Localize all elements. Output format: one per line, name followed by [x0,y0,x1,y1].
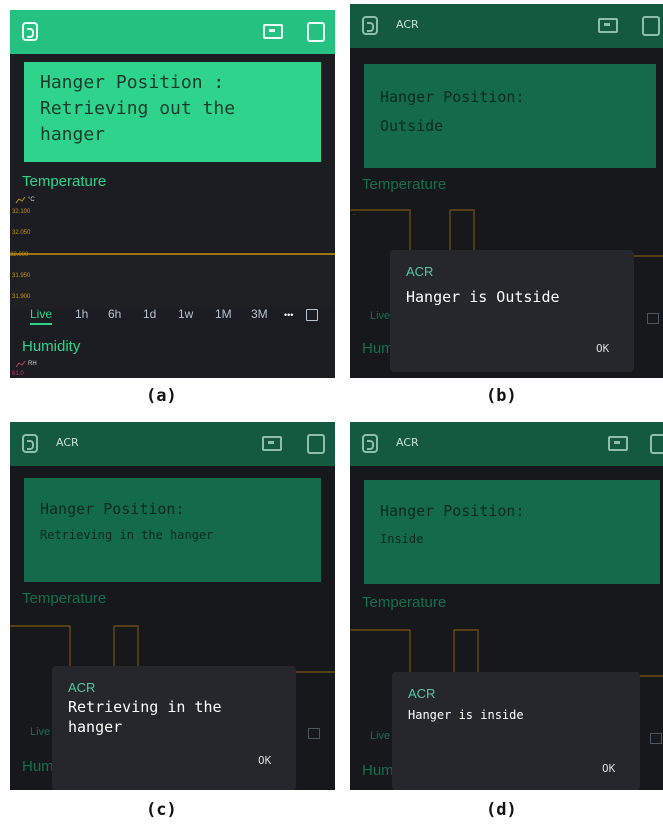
live-tab[interactable]: Live [370,310,390,322]
temperature-label: Temperature [22,590,107,607]
dialog-message: Hanger is inside [408,708,524,722]
top-bar [10,10,335,54]
trend-icon [15,196,26,204]
card-line-1: Hanger Position: [380,502,525,520]
card-line-2: Outside [380,117,444,135]
dialog-message-line-2: hanger [68,718,123,736]
dialog-message-line-1: Retrieving in the [68,698,222,716]
exit-icon[interactable] [362,16,378,35]
exit-icon[interactable] [22,22,38,41]
humidity-label: Hum [22,758,54,775]
y-tick: -- [352,212,356,218]
top-bar: ACR [350,422,663,466]
external-link-icon[interactable] [650,733,662,744]
app-title: ACR [56,436,79,449]
y-tick-3: 31.950 [12,273,31,279]
external-link-icon[interactable] [308,728,320,739]
card-line-1: Hanger Position : [40,72,225,93]
card-line-1: Hanger Position: [380,88,525,106]
dialog-app-name: ACR [68,680,96,695]
exit-icon[interactable] [362,434,378,453]
battery-icon[interactable] [262,436,282,451]
more-options[interactable]: ••• [284,310,293,320]
humidity-label: Hum [362,340,394,357]
ok-button[interactable]: OK [596,342,609,355]
alert-dialog: ACR Hanger is Outside OK [390,250,634,372]
chart-area-fill [10,254,335,308]
humidity-tick: 61.0 [12,371,24,377]
tab-1w[interactable]: 1w [178,307,193,321]
live-tab[interactable]: Live [30,726,50,738]
panel-a: Hanger Position : Retrieving out the han… [10,10,335,378]
temperature-chart: °C 32.100 32.050 32.000 31.950 31.900 [10,196,335,308]
battery-icon[interactable] [598,18,618,33]
external-link-icon[interactable] [306,309,318,321]
caption-b: (b) [486,386,517,406]
tab-3m[interactable]: 3M [251,307,268,321]
app-title: ACR [396,436,419,449]
card-line-1: Hanger Position: [40,500,185,518]
live-tab[interactable]: Live [370,730,390,742]
external-link-icon[interactable] [647,313,659,324]
hanger-position-card: Hanger Position : Retrieving out the han… [24,62,321,162]
temp-unit: °C [28,197,35,203]
temperature-label: Temperature [22,173,107,190]
y-tick-2: 32.000 [10,252,29,258]
card-line-3: hanger [40,124,106,145]
dialog-app-name: ACR [408,686,436,701]
y-tick-0: 32.100 [12,209,31,215]
series-line [350,629,663,677]
humidity-label: Humidity [22,338,81,355]
hanger-position-card: Hanger Position: Outside [364,64,656,168]
dialog-app-name: ACR [406,264,434,279]
panel-b: ACR Hanger Position: Outside Temperature… [350,4,663,378]
tab-1m[interactable]: 1M [215,307,232,321]
app-title: ACR [396,18,419,31]
square-icon[interactable] [642,16,660,36]
exit-icon[interactable] [22,434,38,453]
temperature-label: Temperature [362,594,447,611]
battery-icon[interactable] [608,436,628,451]
top-bar: ACR [10,422,335,466]
card-line-2: Retrieving out the [40,98,236,119]
tab-1d[interactable]: 1d [143,307,156,321]
square-icon[interactable] [650,434,663,454]
alert-dialog: ACR Hanger is inside OK [392,672,640,790]
caption-c: (c) [146,800,177,820]
trend-icon [15,360,26,368]
panel-c: ACR Hanger Position: Retrieving in the h… [10,422,335,790]
square-icon[interactable] [307,434,325,454]
battery-icon[interactable] [263,24,283,39]
alert-dialog: ACR Retrieving in the hanger OK [52,666,296,790]
card-line-2: Retrieving in the hanger [40,528,214,542]
square-icon[interactable] [307,22,325,42]
hanger-position-card: Hanger Position: Retrieving in the hange… [24,478,321,582]
caption-d: (d) [486,800,517,820]
time-range-bar: Live 1h 6h 1d 1w 1M 3M ••• [10,307,335,327]
humidity-label: Hum [362,762,394,779]
top-bar: ACR [350,4,663,48]
y-tick-4: 31.900 [12,294,31,300]
panel-d: ACR Hanger Position: Inside Temperature … [350,422,663,790]
y-tick-1: 32.050 [12,230,31,236]
tab-live[interactable]: Live [30,307,53,325]
humidity-chart-header: RH 61.0 [12,360,37,377]
card-line-2: Inside [380,532,424,546]
tab-6h[interactable]: 6h [108,307,121,321]
ok-button[interactable]: OK [258,754,271,767]
ok-button[interactable]: OK [602,762,615,775]
dialog-message: Hanger is Outside [406,288,560,306]
caption-a: (a) [146,386,177,406]
humidity-unit: RH [28,361,37,367]
hanger-position-card: Hanger Position: Inside [364,480,660,584]
tab-1h[interactable]: 1h [75,307,88,321]
temperature-label: Temperature [362,176,447,193]
